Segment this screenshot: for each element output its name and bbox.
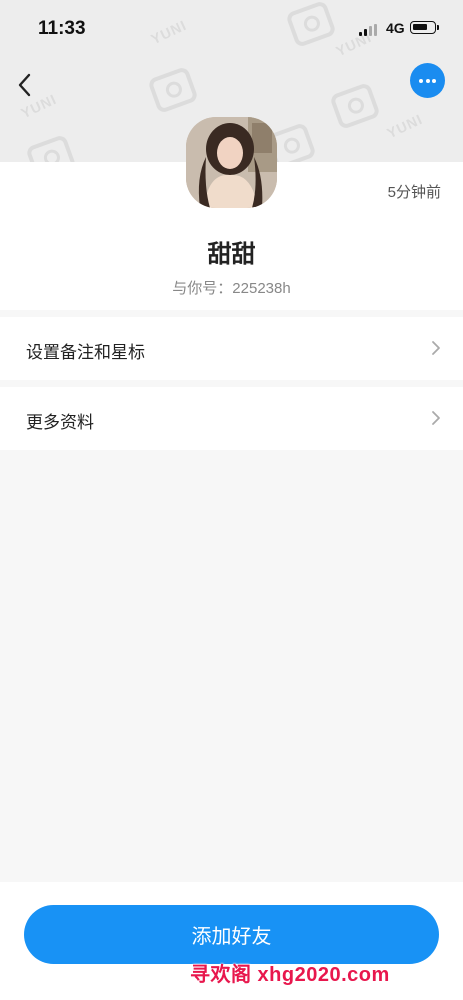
status-time: 11:33 <box>38 18 86 39</box>
camera-pattern-icon <box>329 81 381 131</box>
back-button[interactable] <box>12 68 42 102</box>
pattern-text: YUNI <box>384 110 426 142</box>
camera-pattern-icon <box>25 133 77 162</box>
chevron-right-icon <box>432 341 440 355</box>
set-remark-label: 设置备注和星标 <box>26 343 145 362</box>
avatar[interactable] <box>186 117 277 208</box>
signal-icon <box>359 24 379 36</box>
watermark-text: 寻欢阁 xhg2020.com <box>190 964 390 986</box>
status-bar: 11:33 4G <box>0 0 463 60</box>
more-options-button[interactable] <box>410 63 445 98</box>
chevron-left-icon <box>18 73 31 97</box>
last-seen-time: 5分钟前 <box>387 184 441 201</box>
chevron-right-icon <box>432 411 440 425</box>
camera-pattern-icon <box>147 65 199 115</box>
more-info-label: 更多资料 <box>26 413 94 432</box>
set-remark-row[interactable]: 设置备注和星标 <box>0 317 463 380</box>
ellipsis-icon <box>419 79 423 83</box>
avatar-image <box>186 117 277 208</box>
battery-icon <box>410 21 439 34</box>
profile-nickname: 甜甜 <box>207 241 256 268</box>
add-friend-button[interactable]: 添加好友 <box>24 905 439 964</box>
network-type: 4G <box>386 20 405 36</box>
more-info-row[interactable]: 更多资料 <box>0 387 463 450</box>
profile-meta: 与你号：225238h <box>172 280 291 297</box>
